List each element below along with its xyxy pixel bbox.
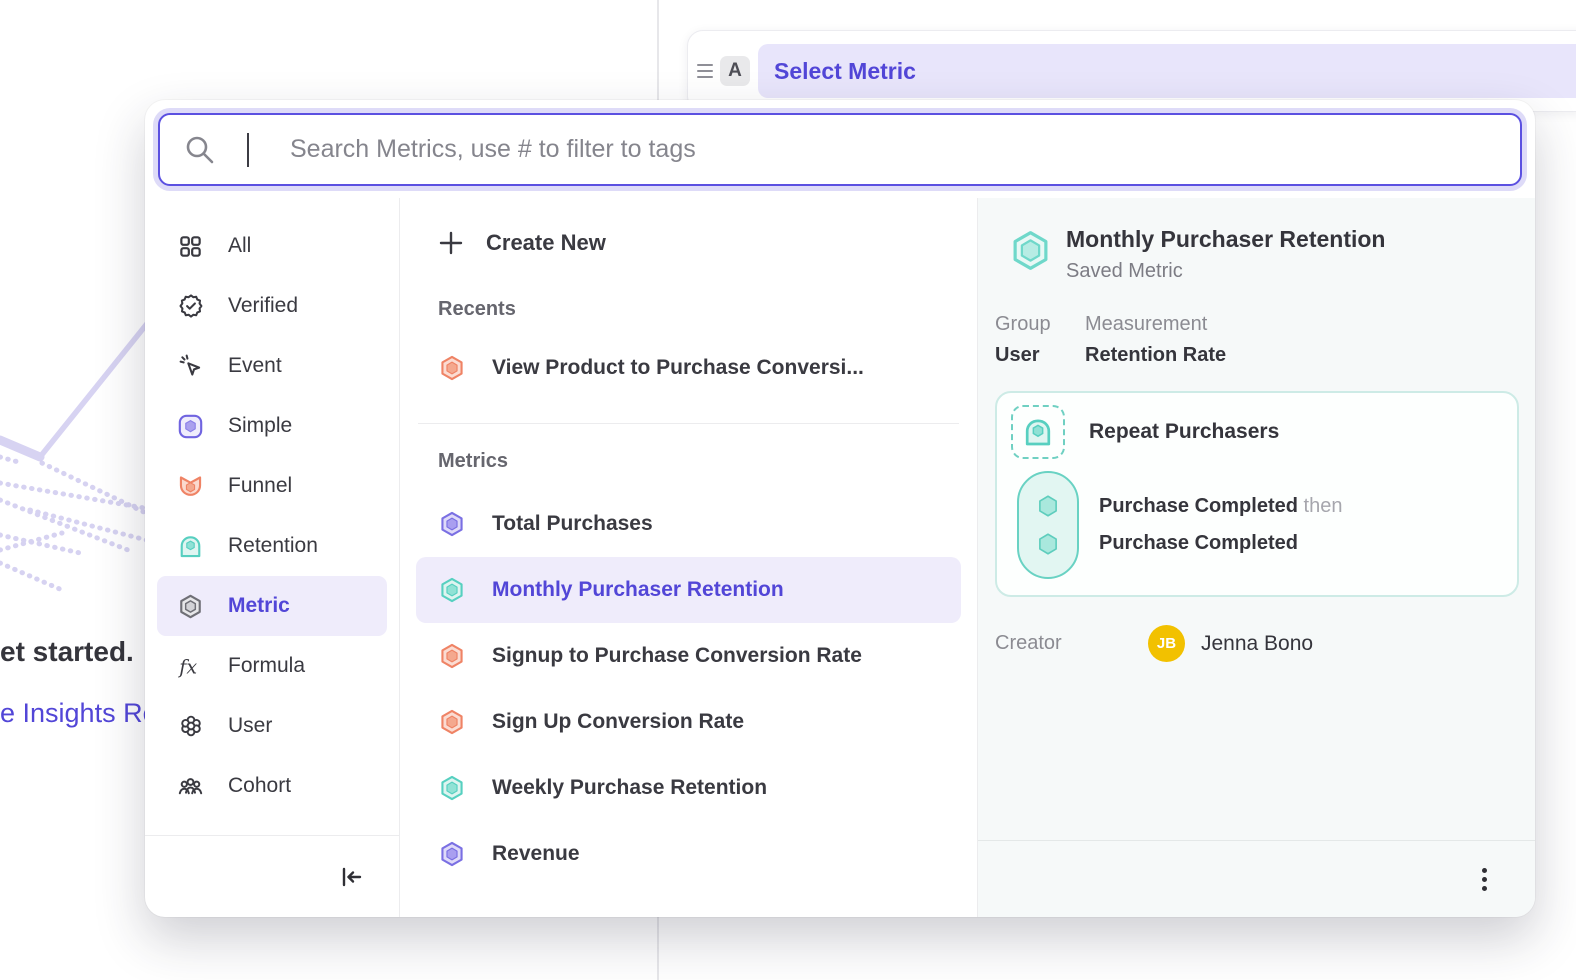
event-hexagon-icon [1035, 493, 1061, 519]
background-heading-fragment: et started. [0, 636, 146, 668]
text-cursor [247, 133, 249, 167]
background-insights-link-fragment[interactable]: e Insights Re [0, 698, 146, 729]
sidebar-item-event[interactable]: Event [145, 336, 399, 396]
sidebar-footer [145, 835, 399, 917]
verified-badge-icon [177, 293, 204, 320]
metric-list-item[interactable]: Signup to Purchase Conversion Rate [400, 623, 977, 689]
measurement-value: Retention Rate [1085, 344, 1226, 367]
step-connector: then [1304, 495, 1343, 517]
sidebar-item-cohort[interactable]: Cohort [145, 756, 399, 816]
hexagon-teal-icon [438, 576, 466, 604]
plus-icon [438, 230, 464, 256]
metric-list-item[interactable]: Total Purchases [400, 491, 977, 557]
creator-avatar: JB [1148, 625, 1185, 662]
user-icon [177, 713, 204, 740]
sidebar-item-label: Funnel [228, 474, 292, 498]
metric-hexagon-icon [177, 593, 204, 620]
sidebar-item-label: Event [228, 354, 282, 378]
recents-heading: Recents [438, 298, 977, 321]
simple-metric-icon [177, 413, 204, 440]
sidebar-item-label: Formula [228, 654, 305, 678]
formula-icon: fx [177, 653, 204, 680]
sidebar-item-verified[interactable]: Verified [145, 276, 399, 336]
sidebar-item-formula[interactable]: fx Formula [145, 636, 399, 696]
hexagon-orange-icon [438, 354, 466, 382]
metric-item-label: Weekly Purchase Retention [492, 776, 767, 800]
event-sequence-capsule [1017, 471, 1079, 579]
collapse-icon [337, 863, 365, 891]
select-metric-button[interactable]: Select Metric [758, 44, 1576, 98]
group-label: Group [995, 313, 1085, 336]
detail-subtitle: Saved Metric [1066, 260, 1385, 283]
detail-title: Monthly Purchaser Retention [1066, 226, 1385, 253]
metric-item-label: Monthly Purchaser Retention [492, 578, 784, 602]
group-value: User [995, 344, 1085, 367]
search-input[interactable] [158, 113, 1522, 186]
kebab-icon [1482, 868, 1487, 873]
sidebar-item-label: Cohort [228, 774, 291, 798]
cohort-icon [177, 773, 204, 800]
metric-block-badge: A [720, 56, 750, 86]
collapse-sidebar-button[interactable] [337, 863, 365, 891]
event-hexagon-icon [1035, 531, 1061, 557]
definition-step-2: Purchase Completed [1099, 532, 1342, 555]
sidebar-item-funnel[interactable]: Funnel [145, 456, 399, 516]
metrics-heading: Metrics [438, 450, 977, 473]
sidebar-item-simple[interactable]: Simple [145, 396, 399, 456]
select-metric-label: Select Metric [774, 58, 916, 85]
sidebar-item-metric[interactable]: Metric [157, 576, 387, 636]
retention-icon [177, 533, 204, 560]
behavior-name: Repeat Purchasers [1089, 420, 1279, 444]
metric-list-item[interactable]: Weekly Purchase Retention [400, 755, 977, 821]
metric-item-label: Revenue [492, 842, 580, 866]
creator-label: Creator [995, 632, 1148, 655]
hexagon-purple-icon [438, 510, 466, 538]
grid-icon [177, 233, 204, 260]
behavior-icon [1011, 405, 1065, 459]
background-chart-lines [0, 305, 152, 675]
recent-item-label: View Product to Purchase Conversi... [492, 356, 864, 380]
hexagon-orange-icon [438, 708, 466, 736]
metric-teal-hexagon-icon [1008, 228, 1053, 273]
metric-list-item[interactable]: Revenue [400, 821, 977, 887]
metric-item-label: Total Purchases [492, 512, 653, 536]
create-new-label: Create New [486, 230, 606, 256]
event-cursor-icon [177, 353, 204, 380]
creator-name: Jenna Bono [1201, 632, 1313, 656]
funnel-icon [177, 473, 204, 500]
list-divider [418, 423, 959, 424]
sidebar-item-label: Simple [228, 414, 292, 438]
metric-detail-panel: Monthly Purchaser Retention Saved Metric… [978, 198, 1535, 917]
detail-footer [978, 840, 1535, 917]
metric-list-item[interactable]: Sign Up Conversion Rate [400, 689, 977, 755]
create-new-button[interactable]: Create New [400, 214, 977, 272]
sidebar-item-label: User [228, 714, 272, 738]
more-options-button[interactable] [1476, 862, 1493, 897]
metric-list-item-selected[interactable]: Monthly Purchaser Retention [416, 557, 961, 623]
metric-definition-card: Repeat Purchasers Purchase Completed [995, 391, 1519, 597]
category-sidebar: All Verified Event [145, 198, 400, 917]
sidebar-item-label: Verified [228, 294, 298, 318]
search-bar [158, 113, 1522, 186]
svg-text:fx: fx [177, 655, 197, 678]
sidebar-item-retention[interactable]: Retention [145, 516, 399, 576]
definition-step-1: Purchase Completed then [1099, 495, 1342, 518]
sidebar-item-user[interactable]: User [145, 696, 399, 756]
hexagon-purple-icon [438, 840, 466, 868]
hexagon-orange-icon [438, 642, 466, 670]
measurement-label: Measurement [1085, 313, 1226, 336]
sidebar-item-label: Metric [228, 594, 290, 618]
metric-list-column: Create New Recents View Product to Purch… [400, 198, 978, 917]
metric-item-label: Sign Up Conversion Rate [492, 710, 744, 734]
metric-item-label: Signup to Purchase Conversion Rate [492, 644, 862, 668]
sidebar-item-all[interactable]: All [145, 216, 399, 276]
metric-picker-modal: All Verified Event [145, 100, 1535, 917]
recent-item[interactable]: View Product to Purchase Conversi... [400, 335, 977, 401]
sidebar-item-label: Retention [228, 534, 318, 558]
sidebar-item-label: All [228, 234, 251, 258]
hexagon-teal-icon [438, 774, 466, 802]
drag-handle-icon[interactable] [697, 64, 713, 78]
